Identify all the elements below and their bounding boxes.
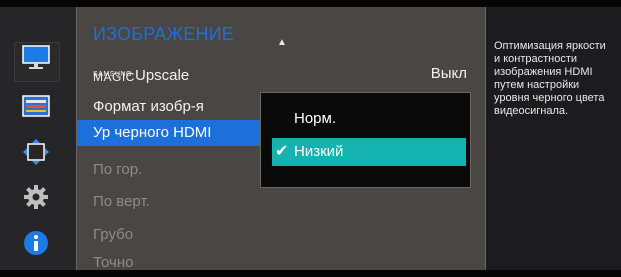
help-line: и контрастности <box>494 53 578 65</box>
position-icon[interactable] <box>22 138 50 166</box>
gear-icon[interactable] <box>22 183 50 211</box>
help-line: уровня черного цвета <box>494 92 605 104</box>
menu-item-label: Грубо <box>93 226 134 243</box>
picture-menu-panel: ИЗОБРАЖЕНИЕ ▲ SAMSUNG MAGIC Upscale Выкл… <box>76 7 487 271</box>
upscale-label: Upscale <box>135 67 190 84</box>
menu-item-label: Формат изобр-я <box>93 98 204 115</box>
color-icon[interactable] <box>22 92 50 120</box>
help-line: изображения HDMI <box>494 66 593 78</box>
checkmark-icon: ✔ <box>275 143 289 160</box>
option-normal[interactable]: Норм. <box>272 105 466 133</box>
magic-upscale-value: Выкл <box>430 65 467 82</box>
option-label: Низкий <box>294 143 344 160</box>
help-line: Оптимизация яркости <box>494 40 606 52</box>
option-label: Норм. <box>294 110 336 127</box>
osd-window: ИЗОБРАЖЕНИЕ ▲ SAMSUNG MAGIC Upscale Выкл… <box>0 0 621 277</box>
black-level-options-popup: Норм. ✔ Низкий <box>260 92 471 188</box>
menu-item-magic-upscale[interactable]: SAMSUNG MAGIC Upscale Выкл <box>77 61 487 87</box>
help-panel: Оптимизация яркости и контрастности изоб… <box>486 7 621 270</box>
monitor-icon[interactable] <box>22 44 50 72</box>
help-line: видеосигнала. <box>494 105 569 117</box>
menu-item-label: По гор. <box>93 161 143 178</box>
menu-item-label: Точно <box>93 254 134 271</box>
menu-item-coarse: Грубо <box>77 222 487 248</box>
option-low[interactable]: ✔ Низкий <box>272 138 466 166</box>
help-line: путем настройки <box>494 79 580 91</box>
info-icon[interactable] <box>22 229 50 257</box>
scroll-up-icon[interactable]: ▲ <box>277 37 287 48</box>
menu-item-fine: Точно <box>77 250 487 276</box>
menu-category-sidebar <box>0 7 76 270</box>
magic-brand-text: MAGIC <box>93 70 135 84</box>
menu-item-label: Ур черного HDMI <box>93 124 212 141</box>
menu-item-v-position: По верт. <box>77 189 487 215</box>
menu-item-label: По верт. <box>93 193 150 210</box>
help-text: Оптимизация яркости и контрастности изоб… <box>494 40 621 118</box>
menu-title: ИЗОБРАЖЕНИЕ <box>93 24 234 44</box>
